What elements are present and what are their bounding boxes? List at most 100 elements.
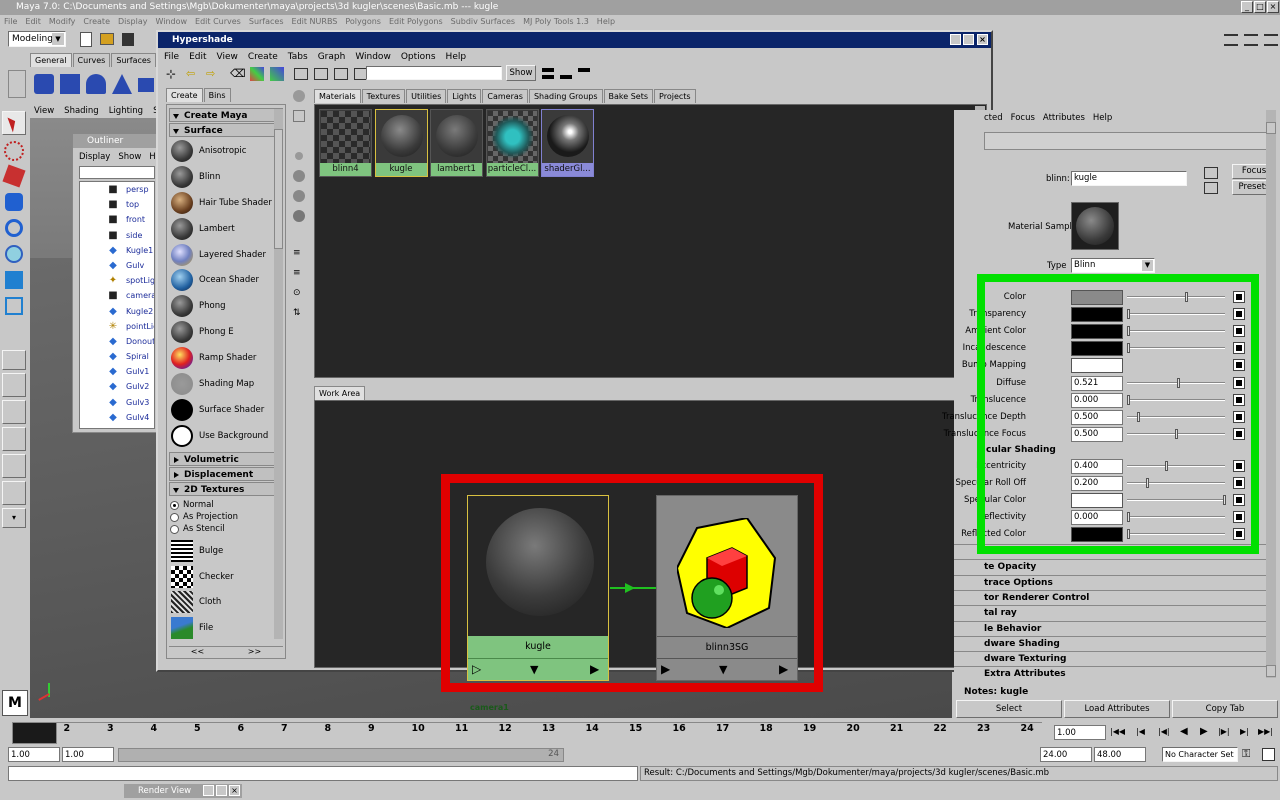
step-back-key-icon[interactable]: |◀| [1158,727,1170,736]
attribute-editor-icon[interactable] [1244,34,1258,46]
shelf-menu-button[interactable] [8,70,26,98]
go-end-icon[interactable]: ▶▶| [1258,727,1273,736]
nurbs-cylinder-icon[interactable] [86,74,106,94]
new-scene-icon[interactable] [80,32,92,47]
sort-type-icon[interactable]: ≡ [293,268,305,280]
outliner-item[interactable]: ◆ Kugle2 [80,304,154,319]
menu-item-5[interactable]: Window [156,17,188,26]
hs-minimize-button[interactable] [950,34,961,45]
surface-node-item[interactable]: Surface Shader [167,397,285,423]
kugle-node[interactable]: kugle ▷ ▼ ▶ [467,495,609,681]
outliner-item[interactable]: ■ persp [80,182,154,197]
hs-close-button[interactable]: × [977,34,988,45]
surface-node-item[interactable]: Ocean Shader [167,267,285,293]
menu-item-8[interactable]: Edit NURBS [292,17,338,26]
hs-search-field[interactable] [366,66,502,80]
volumetric-section-header[interactable]: Volumetric [169,451,283,466]
texture-node-item[interactable]: Bulge [167,538,285,564]
attr-section-1[interactable]: te Opacity [954,559,1276,574]
sg-expand-icon[interactable]: ▼ [719,663,727,676]
outliner-item[interactable]: ◆ Gulv4 [80,410,154,425]
hs-menu-4[interactable]: Tabs [288,50,308,64]
graph-editor-layout-icon[interactable] [2,481,26,505]
bin-medium-sphere-icon[interactable] [293,170,305,182]
surface-node-item[interactable]: Lambert [167,216,285,242]
top-tab-0[interactable]: Materials [314,89,361,103]
output-connections-icon[interactable] [334,68,348,80]
hs-menu-5[interactable]: Graph [318,50,346,64]
attr-section-3[interactable]: tor Renderer Control [954,589,1276,605]
menu-item-2[interactable]: Modify [49,17,76,26]
view-top-bottom-icon[interactable] [542,68,554,79]
surface-node-item[interactable]: Shading Map [167,371,285,397]
material-swatch[interactable]: particleCl... [485,109,539,177]
bin-large-sphere-icon[interactable] [293,190,305,202]
top-tab-3[interactable]: Lights [447,89,482,103]
input-port-icon[interactable]: ▷ [472,662,481,676]
surface-node-item[interactable]: Phong [167,293,285,319]
persp-outliner-icon[interactable] [2,400,26,424]
bin-sphere-icon[interactable] [293,90,305,102]
menu-item-12[interactable]: MJ Poly Tools 1.3 [523,17,589,26]
attr-section-7[interactable]: dware Texturing [954,651,1276,666]
save-scene-icon[interactable] [122,33,134,46]
shelf-tab-1[interactable]: Curves [72,53,111,67]
output-port-icon[interactable]: ▶ [590,662,599,676]
view-bottom-icon[interactable] [560,72,572,79]
sg-output-port-icon[interactable]: ▶ [779,662,788,676]
play-back-icon[interactable]: ◀ [1180,726,1188,737]
outliner-item[interactable]: ◆ Spiral [80,349,154,364]
outliner-item[interactable]: ✦ spotLigh [80,273,154,288]
outliner-item[interactable]: ■ side [80,228,154,243]
select-tool-icon[interactable] [2,111,26,135]
go-start-icon[interactable]: |◀◀ [1110,727,1125,736]
step-forward-key-icon[interactable]: |▶| [1218,727,1230,736]
bin-xl-sphere-icon[interactable] [293,210,305,222]
top-tab-5[interactable]: Shading Groups [528,89,603,103]
back-arrow-icon[interactable]: ⇦ [186,68,200,79]
lasso-tool-icon[interactable] [4,141,24,161]
forward-arrow-icon[interactable]: ⇨ [206,68,220,79]
mode-selector[interactable]: Modeling ▼ [8,31,66,47]
nurbs-sphere-icon[interactable] [34,74,54,94]
top-tab-7[interactable]: Projects [654,89,696,103]
open-scene-icon[interactable] [100,33,114,45]
material-swatch[interactable]: shaderGl... [541,109,594,177]
render-view-minimized[interactable]: Render View × [124,784,242,798]
attr-section-6[interactable]: dware Shading [954,635,1276,651]
texture-mode-radio[interactable]: Normal [167,499,285,511]
surface-node-item[interactable]: Use Background [167,423,285,449]
playback-end-field[interactable]: 24.00 [1040,747,1092,762]
attr-section-4[interactable]: tal ray [954,605,1276,620]
menu-item-1[interactable]: Edit [25,17,41,26]
hs-menu-6[interactable]: Window [355,50,391,64]
manipulator-icon[interactable] [5,271,23,289]
menu-item-11[interactable]: Subdiv Surfaces [451,17,515,26]
anim-prefs-icon[interactable] [1262,748,1275,761]
input-connections-icon[interactable] [314,68,328,80]
outliner-item[interactable]: ■ front [80,212,154,227]
sg-input-port-icon[interactable]: ▶ [661,662,670,676]
work-area-tab[interactable]: Work Area [314,386,366,400]
create-nav-0[interactable]: << [191,647,204,657]
outliner-item[interactable]: ◆ Gulv3 [80,395,154,410]
blinn3sg-node[interactable]: blinn3SG ▶ ▼ ▶ [656,495,798,681]
scale-tool-icon[interactable] [5,245,23,263]
hs-menu-3[interactable]: Create [248,50,278,64]
shelf-tab-2[interactable]: Surfaces [111,53,156,67]
create-scrollbar[interactable] [274,109,283,639]
select-button[interactable]: Select [956,700,1062,718]
attr-section-2[interactable]: trace Options [954,574,1276,590]
shelf-tab-0[interactable]: General [30,53,72,67]
range-slider[interactable]: 24 [118,748,564,762]
minimize-button[interactable]: _ [1241,1,1253,13]
texture-mode-radio[interactable]: As Stencil [167,523,285,535]
bin-small-sphere-icon[interactable] [295,152,303,160]
top-tab-4[interactable]: Cameras [482,89,528,103]
last-tool-icon[interactable] [5,297,23,315]
outliner-item[interactable]: ✳ pointLig [80,319,154,334]
scroll-up-icon[interactable] [1266,122,1276,134]
current-time-marker[interactable] [12,722,57,744]
texture-node-item[interactable]: File [167,615,285,641]
menu-item-0[interactable]: File [4,17,17,26]
